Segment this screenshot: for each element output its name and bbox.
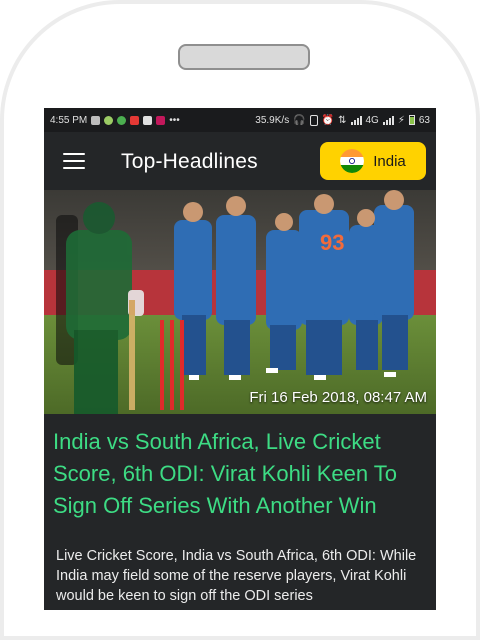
alarm-icon: ⏰ bbox=[321, 114, 335, 126]
gallery-notification-icon bbox=[91, 115, 101, 125]
article-summary: Live Cricket Score, India vs South Afric… bbox=[56, 548, 417, 604]
app-notification-icon bbox=[130, 115, 140, 125]
vibrate-icon bbox=[309, 114, 318, 126]
page-title: Top-Headlines bbox=[121, 150, 258, 173]
battery-level: 63 bbox=[418, 114, 430, 126]
signal-icon bbox=[350, 115, 362, 125]
more-notifications-icon: ••• bbox=[169, 114, 180, 126]
india-flag-icon bbox=[340, 149, 365, 173]
hamburger-menu-icon[interactable] bbox=[63, 153, 85, 169]
headphones-icon: 🎧 bbox=[293, 114, 306, 126]
network-type: 4G bbox=[365, 114, 379, 126]
cricket-photo: 93 bbox=[44, 190, 436, 414]
whatsapp-notification-icon bbox=[117, 115, 127, 125]
status-time: 4:55 PM bbox=[50, 114, 88, 126]
network-speed: 35.9K/s bbox=[255, 114, 290, 126]
article-headline[interactable]: India vs South Africa, Live Cricket Scor… bbox=[53, 426, 431, 522]
data-transfer-icon: ⇅ bbox=[338, 114, 347, 126]
message-notification-icon bbox=[143, 115, 153, 125]
article-timestamp: Fri 16 Feb 2018, 08:47 AM bbox=[249, 389, 427, 406]
instagram-notification-icon bbox=[156, 115, 166, 125]
app-bar: Top-Headlines India bbox=[44, 132, 436, 190]
jersey-number: 93 bbox=[320, 230, 344, 255]
phone-speaker bbox=[178, 44, 310, 70]
android-notification-icon bbox=[104, 115, 114, 125]
charging-icon: ⚡ bbox=[397, 114, 405, 126]
signal-icon-2 bbox=[382, 115, 394, 125]
country-label: India bbox=[373, 152, 406, 170]
app-screen: 4:55 PM ••• 35.9K/s 🎧 ⏰ ⇅ 4G ⚡ 63 Top-He… bbox=[44, 108, 436, 610]
country-select-button[interactable]: India bbox=[320, 142, 426, 180]
article-image[interactable]: 93 Fri 16 Feb 2018, 08:47 AM bbox=[44, 190, 436, 414]
status-bar: 4:55 PM ••• 35.9K/s 🎧 ⏰ ⇅ 4G ⚡ 63 bbox=[44, 108, 436, 132]
battery-icon bbox=[408, 115, 415, 125]
